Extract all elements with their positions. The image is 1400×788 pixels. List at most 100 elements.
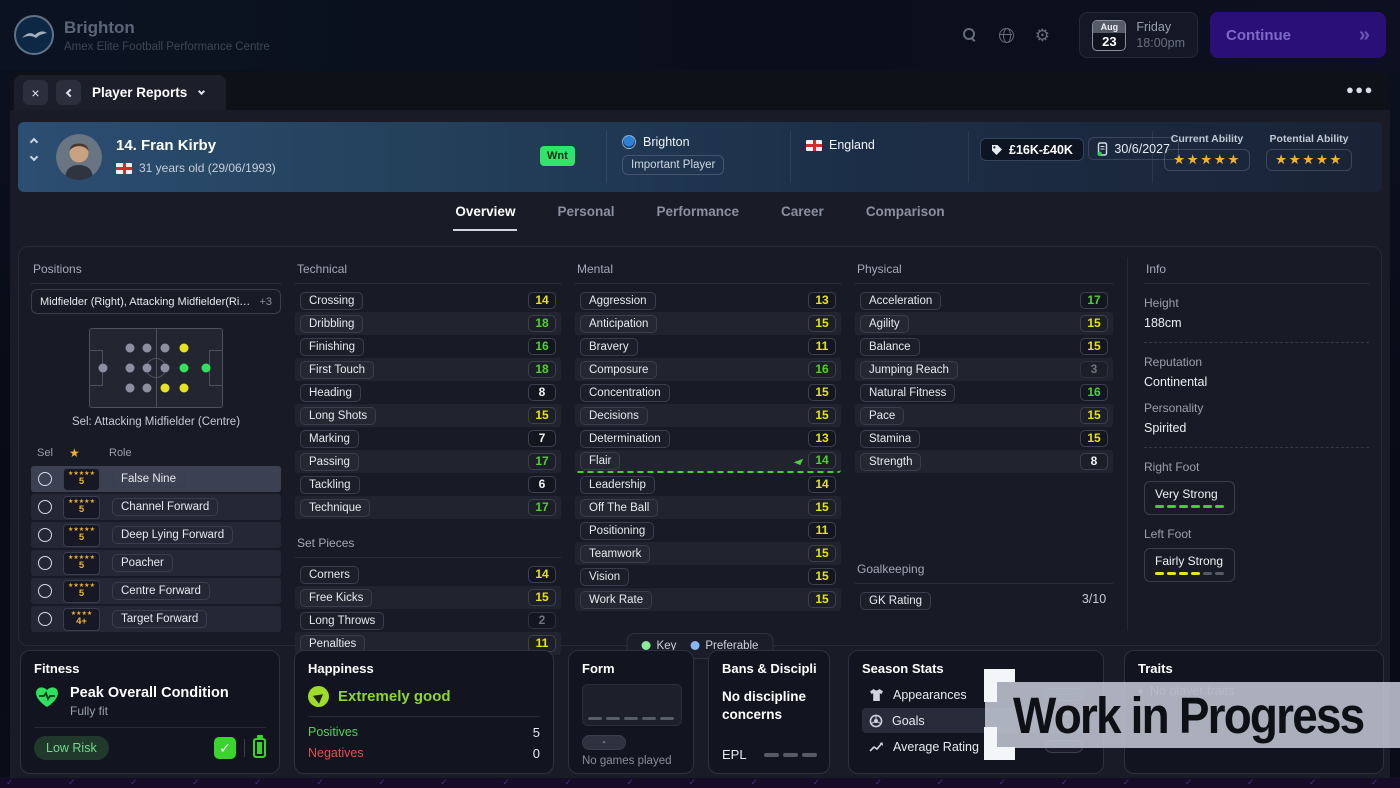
attribute-row[interactable]: Flair 14 bbox=[575, 450, 841, 473]
role-row[interactable]: ★★★★★ 5 Poacher bbox=[31, 550, 281, 576]
attribute-row[interactable]: First Touch 18 bbox=[295, 358, 561, 381]
positives-row[interactable]: Positives 5 bbox=[308, 725, 540, 740]
attribute-row[interactable]: Jumping Reach 3 bbox=[855, 358, 1113, 381]
attribute-row[interactable]: Tackling 6 bbox=[295, 473, 561, 496]
position-dot bbox=[125, 343, 134, 352]
position-dot bbox=[161, 343, 170, 352]
attribute-row[interactable]: Concentration 15 bbox=[575, 381, 841, 404]
attribute-row[interactable]: Positioning 11 bbox=[575, 519, 841, 542]
attribute-row[interactable]: Natural Fitness 16 bbox=[855, 381, 1113, 404]
mental-column: Mental Aggression 13 Anticipation 1 bbox=[575, 257, 841, 631]
attribute-row[interactable]: Leadership 14 bbox=[575, 473, 841, 496]
attribute-row[interactable]: Crossing 14 bbox=[295, 289, 561, 312]
pitch-position-map[interactable] bbox=[89, 328, 223, 408]
role-row[interactable]: ★★★★★ 5 Channel Forward bbox=[31, 494, 281, 520]
attribute-row[interactable]: Finishing 16 bbox=[295, 335, 561, 358]
attribute-row[interactable]: Teamwork 15 bbox=[575, 542, 841, 565]
role-radio[interactable] bbox=[38, 556, 52, 570]
role-row[interactable]: ★★★★★ 5 Centre Forward bbox=[31, 578, 281, 604]
attribute-row[interactable]: Dribbling 18 bbox=[295, 312, 561, 335]
next-player-button[interactable] bbox=[30, 153, 38, 161]
more-menu-icon[interactable]: ●●● bbox=[1346, 82, 1374, 97]
attribute-row[interactable]: Bravery 11 bbox=[575, 335, 841, 358]
info-title: Info bbox=[1144, 257, 1369, 284]
condition-heading: Peak Overall Condition bbox=[70, 685, 229, 701]
player-nav bbox=[31, 139, 37, 160]
attribute-row[interactable]: Pace 15 bbox=[855, 404, 1113, 427]
position-dot bbox=[143, 384, 152, 393]
transfer-status-badge[interactable]: Wnt bbox=[540, 146, 575, 166]
settings-gear-icon[interactable]: ⚙ bbox=[1027, 20, 1057, 50]
attribute-row[interactable]: Off The Ball 15 bbox=[575, 496, 841, 519]
view-tab[interactable]: Overview bbox=[453, 192, 517, 231]
attribute-row[interactable]: Strength 8 bbox=[855, 450, 1113, 473]
search-icon[interactable] bbox=[955, 20, 985, 50]
date-texts: Friday 18:00pm bbox=[1136, 20, 1185, 50]
attribute-row[interactable]: GK Rating 3/10 bbox=[855, 589, 1113, 612]
attribute-row[interactable]: Stamina 15 bbox=[855, 427, 1113, 450]
view-tab[interactable]: Personal bbox=[555, 192, 616, 231]
attribute-name: Passing bbox=[300, 453, 359, 471]
attribute-row[interactable]: Corners 14 bbox=[295, 563, 561, 586]
role-row[interactable]: ★★★★★ 5 Deep Lying Forward bbox=[31, 522, 281, 548]
attribute-value: 15 bbox=[1080, 407, 1108, 424]
fitness-title: Fitness bbox=[34, 661, 266, 676]
attribute-name: Decisions bbox=[580, 407, 648, 425]
ability-section: Current Ability ★★★★★ Potential Ability … bbox=[1164, 133, 1352, 171]
role-radio[interactable] bbox=[38, 472, 52, 486]
negatives-row[interactable]: Negatives 0 bbox=[308, 746, 540, 761]
energy-battery-icon[interactable] bbox=[253, 738, 266, 758]
role-row[interactable]: ★★★★ 4+ Target Forward bbox=[31, 606, 281, 632]
chevron-down-icon[interactable] bbox=[198, 87, 205, 94]
attribute-row[interactable]: Composure 16 bbox=[575, 358, 841, 381]
player-nation: England bbox=[829, 138, 875, 152]
role-radio[interactable] bbox=[38, 528, 52, 542]
goalkeeping-rows: GK Rating 3/10 bbox=[855, 589, 1113, 612]
globe-icon[interactable] bbox=[991, 20, 1021, 50]
player-reports-tab[interactable]: × Player Reports bbox=[14, 75, 226, 110]
close-tab-button[interactable]: × bbox=[23, 80, 48, 105]
club-link[interactable]: Brighton bbox=[622, 135, 724, 149]
attribute-row[interactable]: Marking 7 bbox=[295, 427, 561, 450]
view-tab[interactable]: Performance bbox=[654, 192, 741, 231]
continue-button[interactable]: Continue » bbox=[1210, 12, 1386, 58]
back-button[interactable] bbox=[56, 80, 81, 105]
role-radio[interactable] bbox=[38, 584, 52, 598]
attribute-value: 8 bbox=[528, 384, 556, 401]
date-widget[interactable]: Aug 23 Friday 18:00pm bbox=[1079, 12, 1198, 58]
training-check-icon[interactable]: ✓ bbox=[214, 737, 236, 759]
contract-doc-icon bbox=[1097, 142, 1108, 156]
attribute-row[interactable]: Passing 17 bbox=[295, 450, 561, 473]
attribute-row[interactable]: Technique 17 bbox=[295, 496, 561, 519]
attribute-row[interactable]: Acceleration 17 bbox=[855, 289, 1113, 312]
attribute-row[interactable]: Free Kicks 15 bbox=[295, 586, 561, 609]
attribute-value: 8 bbox=[1080, 453, 1108, 470]
attribute-row[interactable]: Heading 8 bbox=[295, 381, 561, 404]
right-foot-meter bbox=[1155, 505, 1224, 508]
main-panel: × Player Reports ●●● 1 bbox=[10, 72, 1390, 778]
attribute-row[interactable]: Decisions 15 bbox=[575, 404, 841, 427]
attribute-row[interactable]: Long Throws 2 bbox=[295, 609, 561, 632]
positions-dropdown[interactable]: Midfielder (Right), Attacking Midfielder… bbox=[31, 289, 281, 314]
attribute-row[interactable]: Agility 15 bbox=[855, 312, 1113, 335]
attribute-row[interactable]: Work Rate 15 bbox=[575, 588, 841, 611]
role-radio[interactable] bbox=[38, 500, 52, 514]
attribute-row[interactable]: Vision 15 bbox=[575, 565, 841, 588]
attribute-row[interactable]: Aggression 13 bbox=[575, 289, 841, 312]
transfer-value-badge[interactable]: £16K-£40K bbox=[980, 138, 1084, 161]
role-row[interactable]: ★★★★★ 5 False Nine bbox=[31, 466, 281, 492]
attribute-row[interactable]: Balance 15 bbox=[855, 335, 1113, 358]
attribute-row[interactable]: Anticipation 15 bbox=[575, 312, 841, 335]
position-dot bbox=[143, 343, 152, 352]
attribute-row[interactable]: Determination 13 bbox=[575, 427, 841, 450]
view-tab[interactable]: Career bbox=[779, 192, 826, 231]
nationality-section[interactable]: England bbox=[806, 138, 875, 152]
role-radio[interactable] bbox=[38, 612, 52, 626]
attribute-row[interactable]: Long Shots 15 bbox=[295, 404, 561, 427]
view-tab[interactable]: Comparison bbox=[864, 192, 947, 231]
roles-col-role: Role bbox=[109, 447, 132, 459]
fitness-card: Fitness Peak Overall Condition Fully fit… bbox=[20, 650, 280, 774]
attribute-value: 15 bbox=[808, 545, 836, 562]
header-divider bbox=[790, 131, 791, 183]
previous-player-button[interactable] bbox=[30, 138, 38, 146]
